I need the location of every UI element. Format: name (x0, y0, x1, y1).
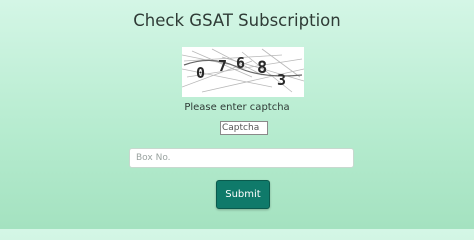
captcha-digit: 3 (277, 71, 286, 89)
captcha-input[interactable] (220, 121, 268, 135)
captcha-digit: 8 (257, 58, 267, 78)
page-title: Check GSAT Subscription (133, 11, 341, 30)
submit-button[interactable]: Submit (216, 180, 270, 209)
captcha-image: 0 7 6 8 3 (182, 47, 304, 97)
box-number-input[interactable] (129, 148, 354, 168)
captcha-digit: 6 (236, 54, 245, 72)
captcha-digit: 7 (218, 57, 227, 75)
captcha-prompt: Please enter captcha (184, 102, 290, 113)
captcha-digit: 0 (196, 64, 205, 82)
